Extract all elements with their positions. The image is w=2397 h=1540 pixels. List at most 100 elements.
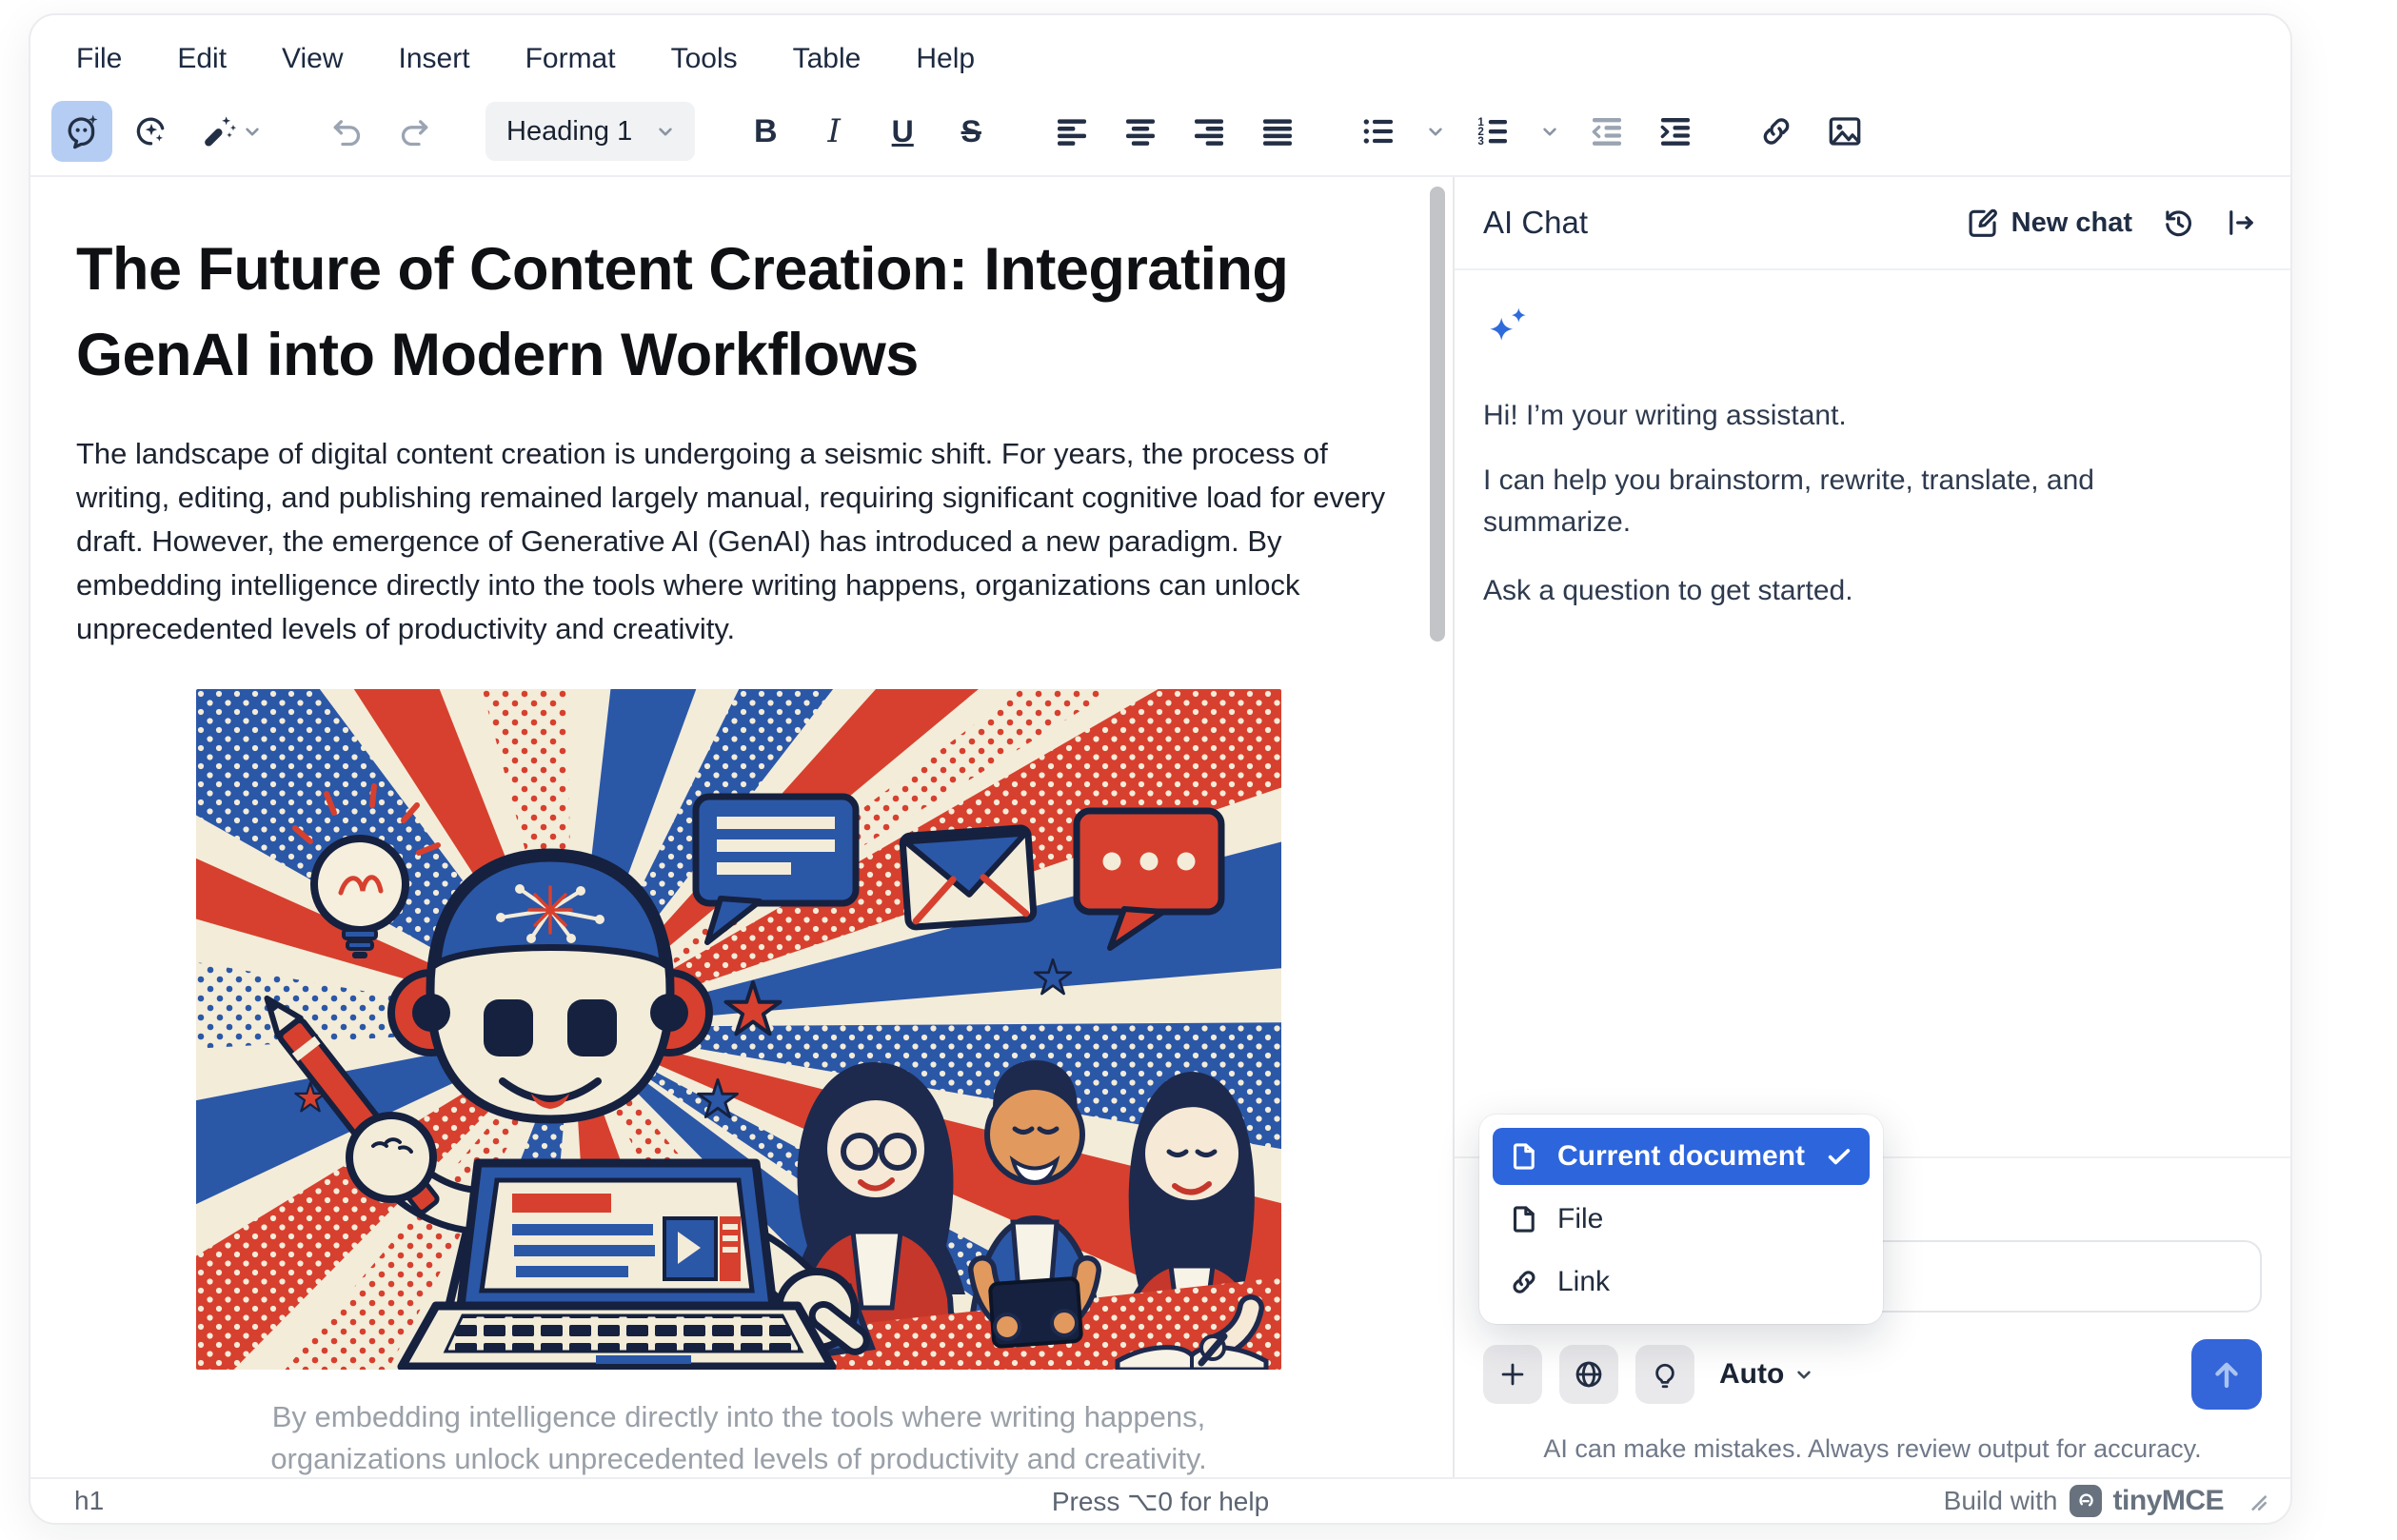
- document-icon: [1508, 1140, 1540, 1173]
- italic-button[interactable]: I: [803, 101, 864, 162]
- menu-help[interactable]: Help: [916, 43, 975, 75]
- brand-name: tinyMCE: [2113, 1485, 2225, 1517]
- numbered-list-button[interactable]: 123: [1462, 101, 1523, 162]
- globe-icon: [1573, 1358, 1605, 1391]
- bold-label: B: [754, 113, 778, 150]
- menu-view[interactable]: View: [282, 43, 343, 75]
- history-icon: [2161, 206, 2195, 240]
- align-justify-icon: [1258, 112, 1297, 150]
- send-button[interactable]: [2191, 1339, 2262, 1410]
- chevron-down-icon: [1423, 119, 1448, 144]
- align-center-icon: [1121, 112, 1159, 150]
- align-right-button[interactable]: [1179, 101, 1239, 162]
- link-icon: [1508, 1266, 1540, 1298]
- editor-content-area[interactable]: The Future of Content Creation: Integrat…: [30, 177, 1453, 1477]
- chat-title: AI Chat: [1483, 205, 1588, 241]
- numbered-list-options-button[interactable]: [1531, 101, 1569, 162]
- send-arrow-icon: [2206, 1353, 2248, 1395]
- image-caption[interactable]: By embedding intelligence directly into …: [196, 1396, 1281, 1477]
- greeting-line: I can help you brainstorm, rewrite, tran…: [1483, 460, 2207, 543]
- main-area: The Future of Content Creation: Integrat…: [30, 177, 2290, 1477]
- ai-chat-icon: [63, 112, 101, 150]
- new-chat-button[interactable]: New chat: [1966, 206, 2132, 240]
- document-figure[interactable]: By embedding intelligence directly into …: [196, 689, 1281, 1477]
- check-icon: [1824, 1141, 1854, 1172]
- magic-wand-icon: [200, 112, 238, 150]
- chat-header: AI Chat New chat: [1455, 177, 2290, 270]
- menu-item-label: File: [1557, 1203, 1603, 1235]
- menu-table[interactable]: Table: [793, 43, 862, 75]
- bullet-list-options-button[interactable]: [1416, 101, 1455, 162]
- outdent-button[interactable]: [1576, 101, 1637, 162]
- model-selector[interactable]: Auto: [1719, 1358, 1816, 1391]
- menu-edit[interactable]: Edit: [177, 43, 227, 75]
- file-icon: [1508, 1203, 1540, 1235]
- collapse-panel-button[interactable]: [2224, 206, 2258, 240]
- block-format-value: Heading 1: [506, 116, 632, 148]
- ai-sparkle-circle-icon: [131, 112, 169, 150]
- undo-button[interactable]: [316, 101, 377, 162]
- redo-icon: [396, 112, 434, 150]
- redo-button[interactable]: [385, 101, 446, 162]
- document-illustration[interactable]: [196, 689, 1281, 1370]
- ai-sparkles-icon: [1483, 303, 1533, 352]
- collapse-right-icon: [2224, 206, 2258, 240]
- chat-history-button[interactable]: [2161, 206, 2195, 240]
- chevron-down-icon: [1537, 119, 1562, 144]
- menu-insert[interactable]: Insert: [399, 43, 470, 75]
- image-icon: [1826, 112, 1864, 150]
- bold-button[interactable]: B: [735, 101, 796, 162]
- document-heading[interactable]: The Future of Content Creation: Integrat…: [76, 227, 1401, 398]
- web-search-button[interactable]: [1559, 1345, 1618, 1404]
- ai-rewrite-button[interactable]: [188, 101, 276, 162]
- assistant-greeting: Hi! I’m your writing assistant. I can he…: [1483, 395, 2262, 612]
- strikethrough-button[interactable]: S: [941, 101, 1001, 162]
- menu-tools[interactable]: Tools: [671, 43, 738, 75]
- menu-item-label: Current document: [1557, 1140, 1805, 1173]
- underline-label: U: [892, 114, 914, 149]
- underline-button[interactable]: U: [872, 101, 933, 162]
- numbered-list-icon: 123: [1474, 112, 1512, 150]
- menubar: File Edit View Insert Format Tools Table…: [30, 15, 2290, 88]
- link-icon: [1757, 112, 1795, 150]
- help-shortcut-hint: Press ⌥0 for help: [1052, 1479, 1269, 1523]
- align-left-button[interactable]: [1041, 101, 1102, 162]
- align-justify-button[interactable]: [1247, 101, 1308, 162]
- chat-messages: Hi! I’m your writing assistant. I can he…: [1455, 270, 2290, 1156]
- italic-label: I: [828, 112, 841, 150]
- svg-text:3: 3: [1478, 135, 1485, 148]
- menu-format[interactable]: Format: [525, 43, 616, 75]
- envelope-motif: [902, 827, 1034, 927]
- indent-button[interactable]: [1645, 101, 1706, 162]
- chevron-down-icon: [653, 119, 678, 144]
- branding: Build with tinyMCE: [1944, 1485, 2269, 1517]
- brand-prefix: Build with: [1944, 1486, 2058, 1516]
- bullet-list-icon: [1359, 112, 1397, 150]
- tinymce-logo-icon: [2070, 1485, 2102, 1517]
- menu-file[interactable]: File: [76, 43, 122, 75]
- menu-item-current-document[interactable]: Current document: [1493, 1128, 1870, 1185]
- ai-shortcuts-button[interactable]: [120, 101, 181, 162]
- bullet-list-button[interactable]: [1348, 101, 1409, 162]
- statusbar: h1 Press ⌥0 for help Build with tinyMCE: [30, 1477, 2290, 1523]
- insert-image-button[interactable]: [1814, 101, 1875, 162]
- lightbulb-icon: [1649, 1358, 1681, 1391]
- greeting-line: Hi! I’m your writing assistant.: [1483, 395, 2262, 437]
- editor-scrollbar[interactable]: [1430, 187, 1445, 642]
- align-center-button[interactable]: [1110, 101, 1171, 162]
- element-path[interactable]: h1: [74, 1486, 104, 1516]
- strikethrough-label: S: [961, 114, 981, 149]
- block-format-select[interactable]: Heading 1: [485, 102, 695, 161]
- ai-chat-panel: AI Chat New chat: [1455, 177, 2290, 1477]
- link-button[interactable]: [1746, 101, 1807, 162]
- menu-item-file[interactable]: File: [1493, 1191, 1870, 1248]
- chevron-down-icon: [1792, 1362, 1816, 1387]
- attach-button[interactable]: [1483, 1345, 1542, 1404]
- ai-disclaimer: AI can make mistakes. Always review outp…: [1483, 1434, 2262, 1477]
- resize-handle[interactable]: [2245, 1489, 2269, 1513]
- ai-chat-toggle-button[interactable]: [51, 101, 112, 162]
- outdent-icon: [1588, 112, 1626, 150]
- document-paragraph[interactable]: The landscape of digital content creatio…: [76, 432, 1401, 651]
- suggestions-button[interactable]: [1635, 1345, 1694, 1404]
- menu-item-link[interactable]: Link: [1493, 1254, 1870, 1311]
